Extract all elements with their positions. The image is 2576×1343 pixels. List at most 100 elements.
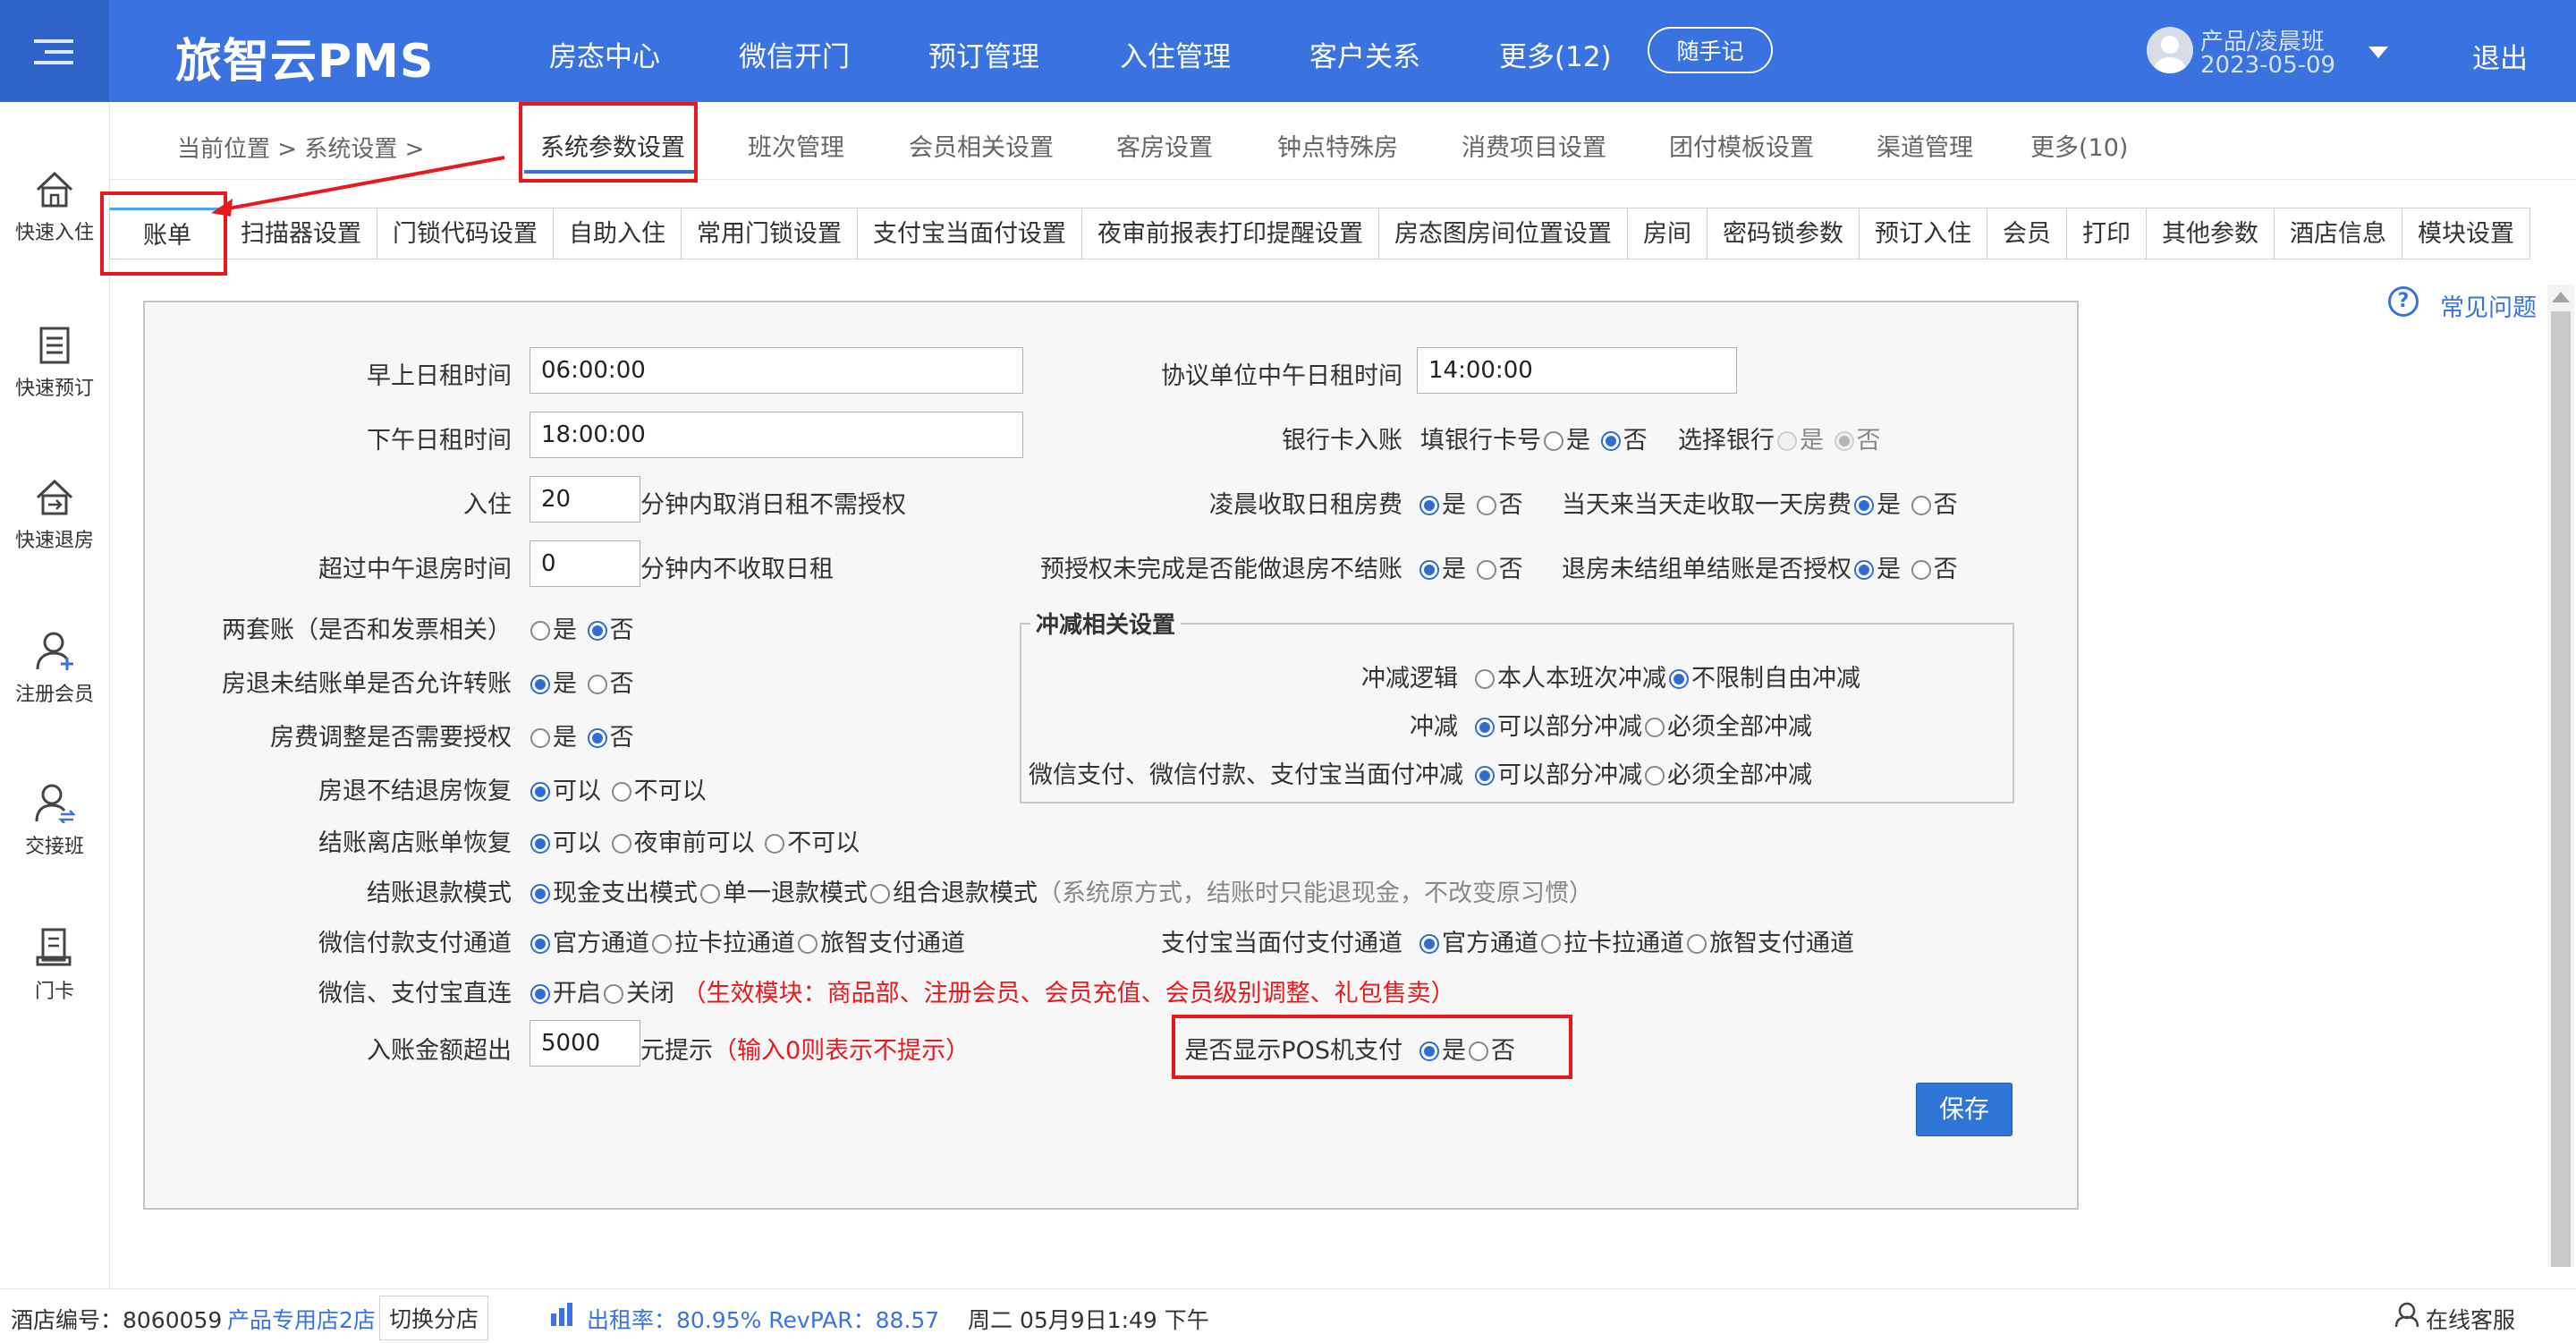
nav-checkin[interactable]: 入住管理 <box>1120 34 1231 74</box>
subtab-self-checkin[interactable]: 自助入住 <box>554 208 682 259</box>
subtab-password-lock[interactable]: 密码锁参数 <box>1707 208 1860 259</box>
nav-room-status[interactable]: 房态中心 <box>549 34 660 74</box>
customer-service-icon[interactable] <box>2394 1301 2420 1328</box>
subtab-hotel-info[interactable]: 酒店信息 <box>2275 208 2402 259</box>
afternoon-rent-input[interactable]: 18:00:00 <box>530 412 1023 458</box>
radio-cash-mode[interactable] <box>530 884 550 904</box>
noon-checkout-input[interactable]: 0 <box>530 540 640 587</box>
radio-no[interactable] <box>1911 560 1931 580</box>
subtab-print[interactable]: 打印 <box>2067 208 2147 259</box>
option-label: 官方通道 <box>553 930 649 957</box>
radio-self-shift[interactable] <box>1475 669 1495 689</box>
avatar[interactable] <box>2147 27 2193 73</box>
sidebar-item-label: 快速入住 <box>14 222 94 244</box>
subtab-common-lock[interactable]: 常用门锁设置 <box>682 208 858 259</box>
radio-no[interactable] <box>587 728 607 748</box>
tab-more[interactable]: 更多(10) <box>2030 128 2128 163</box>
radio-lakala[interactable] <box>1541 934 1561 954</box>
morning-rent-input[interactable]: 06:00:00 <box>530 347 1023 394</box>
subtab-audit-print[interactable]: 夜审前报表打印提醒设置 <box>1082 208 1379 259</box>
tab-member-settings[interactable]: 会员相关设置 <box>909 128 1054 163</box>
radio-yes[interactable] <box>1544 431 1563 451</box>
radio-partial[interactable] <box>1475 766 1495 786</box>
radio-yes[interactable] <box>1419 496 1439 515</box>
nav-wechat-door[interactable]: 微信开门 <box>739 34 850 74</box>
offset-label: 冲减 <box>1410 713 1458 741</box>
radio-full[interactable] <box>1645 718 1665 737</box>
radio-can[interactable] <box>530 782 550 802</box>
radio-lakala[interactable] <box>652 934 672 954</box>
radio-single-mode[interactable] <box>700 884 720 904</box>
amount-input[interactable]: 5000 <box>530 1020 640 1067</box>
radio-no[interactable] <box>1600 431 1621 451</box>
subtab-alipay[interactable]: 支付宝当面付设置 <box>858 208 1082 259</box>
chevron-down-icon[interactable] <box>2368 47 2388 58</box>
amount-note: （输入0则表示不提示） <box>713 1037 970 1065</box>
tab-consumption-items[interactable]: 消费项目设置 <box>1462 128 1606 163</box>
radio-yes[interactable] <box>1419 560 1439 580</box>
subtab-module-settings[interactable]: 模块设置 <box>2402 208 2530 259</box>
radio-no[interactable] <box>587 675 607 694</box>
subtab-reserve-checkin[interactable]: 预订入住 <box>1860 208 1987 259</box>
sidebar-item-quick-checkout[interactable]: 快速退房 <box>0 478 109 553</box>
help-link[interactable]: 常见问题 <box>2440 288 2537 323</box>
sidebar-item-handover[interactable]: 交接班 <box>0 782 109 859</box>
switch-store-button[interactable]: 切换分店 <box>379 1296 489 1340</box>
save-button[interactable]: 保存 <box>1916 1083 2012 1136</box>
radio-no[interactable] <box>1476 560 1496 580</box>
logout-button[interactable]: 退出 <box>2472 36 2528 76</box>
option-label: 是 <box>553 670 577 698</box>
radio-official[interactable] <box>530 934 550 954</box>
radio-on[interactable] <box>530 984 550 1004</box>
agreement-noon-input[interactable]: 14:00:00 <box>1417 347 1737 394</box>
radio-yes[interactable] <box>530 728 550 748</box>
subtab-other-params[interactable]: 其他参数 <box>2147 208 2275 259</box>
nav-customer[interactable]: 客户关系 <box>1309 34 1420 74</box>
online-service-link[interactable]: 在线客服 <box>2426 1303 2515 1335</box>
bank-card-label: 银行卡入账 <box>1282 427 1402 455</box>
sidebar-item-quick-reserve[interactable]: 快速预订 <box>0 326 109 401</box>
scroll-up-arrow-icon[interactable] <box>2552 292 2570 302</box>
subtab-room[interactable]: 房间 <box>1628 208 1707 259</box>
subtab-member[interactable]: 会员 <box>1987 208 2067 259</box>
subtab-room-position[interactable]: 房态图房间位置设置 <box>1379 208 1628 259</box>
scrollbar-thumb[interactable] <box>2551 311 2571 1267</box>
radio-yes[interactable] <box>530 621 550 641</box>
restore-settled-label: 结账离店账单恢复 <box>318 829 512 857</box>
radio-lvzhi[interactable] <box>798 934 818 954</box>
nav-reservation[interactable]: 预订管理 <box>928 34 1039 74</box>
option-label: 必须全部冲减 <box>1667 713 1812 741</box>
radio-before-audit[interactable] <box>611 834 631 854</box>
tab-hourly-room[interactable]: 钟点特殊房 <box>1277 128 1398 163</box>
tab-group-pay-template[interactable]: 团付模板设置 <box>1669 128 1814 163</box>
menu-toggle-button[interactable] <box>0 0 109 102</box>
radio-combined-mode[interactable] <box>870 884 890 904</box>
radio-no[interactable] <box>1911 496 1931 515</box>
checkin-minutes-input[interactable]: 20 <box>530 476 640 523</box>
radio-full[interactable] <box>1645 766 1665 786</box>
radio-cannot[interactable] <box>765 834 785 854</box>
radio-yes[interactable] <box>530 675 550 694</box>
radio-partial[interactable] <box>1475 718 1495 737</box>
radio-off[interactable] <box>604 984 623 1004</box>
note-button[interactable]: 随手记 <box>1648 27 1773 73</box>
sidebar-item-door-card[interactable]: 门卡 <box>0 927 109 1004</box>
radio-no-disabled <box>1834 431 1854 451</box>
sidebar-item-register-member[interactable]: 注册会员 <box>0 630 109 707</box>
option-label: 否 <box>609 670 634 698</box>
radio-cannot[interactable] <box>611 782 631 802</box>
nav-more[interactable]: 更多(12) <box>1499 34 1612 74</box>
help-icon[interactable]: ? <box>2388 286 2419 317</box>
radio-no[interactable] <box>587 621 607 641</box>
tab-channel-manage[interactable]: 渠道管理 <box>1877 128 1973 163</box>
radio-yes[interactable] <box>1854 560 1874 580</box>
radio-lvzhi[interactable] <box>1687 934 1707 954</box>
sidebar-item-quick-checkin[interactable]: 快速入住 <box>0 170 109 245</box>
radio-can[interactable] <box>530 834 550 854</box>
radio-yes[interactable] <box>1854 496 1874 515</box>
tab-shift-manage[interactable]: 班次管理 <box>748 128 844 163</box>
radio-unlimited[interactable] <box>1669 669 1689 689</box>
radio-official[interactable] <box>1419 934 1439 954</box>
tab-room-settings[interactable]: 客房设置 <box>1116 128 1213 163</box>
radio-no[interactable] <box>1476 496 1496 515</box>
